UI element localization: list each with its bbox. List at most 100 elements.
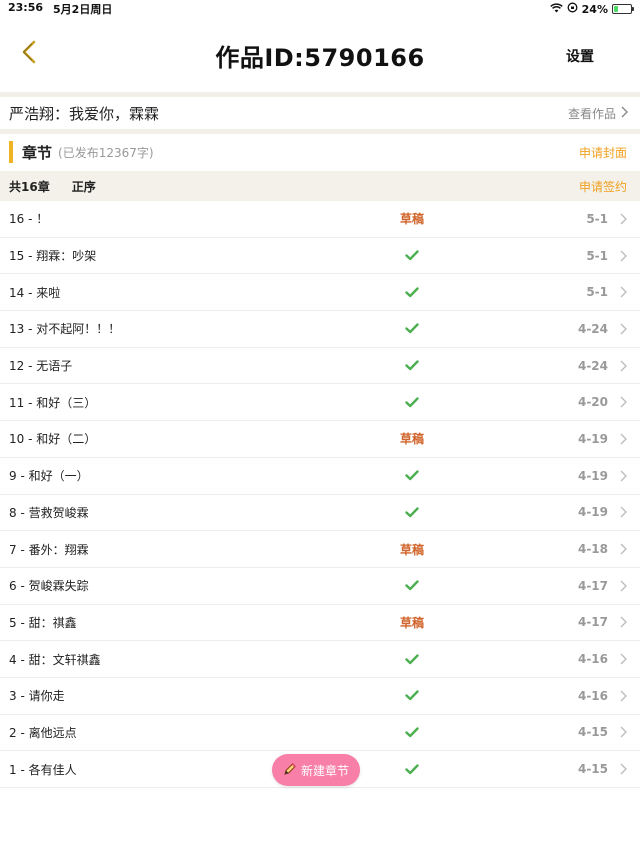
chapter-title: 16 - ！	[9, 212, 49, 227]
status-time: 23:56	[8, 1, 44, 14]
chapter-title: 13 - 对不起阿！！！	[9, 322, 121, 337]
chapter-row[interactable]: 9 - 和好（一） 4-19	[0, 458, 640, 495]
chapter-title: 2 - 离他远点	[9, 725, 77, 740]
checkmark-icon	[405, 505, 419, 519]
chapter-title: 8 - 营救贺峻霖	[9, 505, 89, 520]
chevron-right-icon	[618, 579, 628, 593]
section-header: 章节 (已发布12367字) 申请封面	[0, 134, 640, 170]
chevron-right-icon	[618, 212, 628, 226]
chapter-row[interactable]: 15 - 翔霖：吵架 5-1	[0, 238, 640, 275]
status-bar: 23:56 5月2日周日 24%	[0, 0, 640, 18]
checkmark-icon	[405, 689, 419, 703]
chapter-title: 3 - 请你走	[9, 689, 65, 704]
chapter-date: 5-1	[586, 248, 608, 263]
chevron-right-icon	[618, 359, 628, 373]
battery-percent: 24%	[581, 2, 608, 16]
chapter-list: 16 - ！ 草稿 5-1 15 - 翔霖：吵架 5-1 14 - 来啦 5-1 13 - 对…	[0, 201, 640, 788]
chapter-title: 6 - 贺峻霖失踪	[9, 579, 89, 594]
checkmark-icon	[405, 322, 419, 336]
chevron-right-icon	[618, 322, 628, 336]
view-work-link[interactable]: 查看作品	[568, 105, 628, 122]
chevron-right-icon	[618, 249, 628, 263]
published-word-count: (已发布12367字)	[58, 145, 154, 160]
chapter-date: 4-16	[577, 688, 608, 703]
chapter-row[interactable]: 5 - 甜：祺鑫 草稿 4-17	[0, 605, 640, 642]
chapter-row[interactable]: 8 - 营救贺峻霖 4-19	[0, 495, 640, 532]
chevron-right-icon	[618, 725, 628, 739]
chapter-date: 4-16	[577, 652, 608, 667]
chapter-row[interactable]: 13 - 对不起阿！！！ 4-24	[0, 311, 640, 348]
battery-level	[614, 6, 618, 12]
section-accent-bar	[9, 141, 13, 163]
chevron-left-icon	[21, 40, 37, 68]
chevron-right-icon	[621, 106, 628, 121]
draft-badge: 草稿	[399, 212, 425, 227]
summary-bar: 共16章 正序 申请签约	[0, 171, 640, 201]
battery-icon	[612, 4, 634, 14]
chapter-date: 4-15	[577, 725, 608, 740]
chapter-date: 4-15	[577, 762, 608, 777]
chapter-date: 4-19	[577, 505, 608, 520]
settings-button[interactable]: 设置	[566, 46, 594, 66]
wifi-icon	[549, 2, 563, 16]
draft-badge: 草稿	[399, 542, 425, 557]
rotation-lock-icon	[567, 2, 578, 16]
chapter-title: 4 - 甜：文轩祺鑫	[9, 652, 101, 667]
checkmark-icon	[405, 762, 419, 776]
status-date: 5月2日周日	[53, 3, 113, 16]
chapter-date: 4-17	[577, 615, 608, 630]
chevron-right-icon	[618, 689, 628, 703]
work-row[interactable]: 严浩翔：我爱你，霖霖 查看作品	[0, 97, 640, 129]
chevron-right-icon	[618, 469, 628, 483]
chapter-date: 4-24	[577, 321, 608, 336]
checkmark-icon	[405, 725, 419, 739]
draft-badge: 草稿	[399, 432, 425, 447]
chapter-date: 4-17	[577, 578, 608, 593]
chapter-row[interactable]: 11 - 和好（三） 4-20	[0, 384, 640, 422]
chapter-date: 4-20	[577, 395, 608, 410]
apply-cover-button[interactable]: 申请封面	[579, 144, 627, 161]
checkmark-icon	[405, 652, 419, 666]
checkmark-icon	[405, 395, 419, 409]
chapter-row[interactable]: 16 - ！ 草稿 5-1	[0, 201, 640, 238]
chapter-row[interactable]: 6 - 贺峻霖失踪 4-17	[0, 568, 640, 605]
page-title: 作品ID:5790166	[215, 43, 425, 72]
chapter-date: 4-24	[577, 358, 608, 373]
chevron-right-icon	[618, 395, 628, 409]
new-chapter-button[interactable]: 新建章节	[272, 754, 360, 786]
chapter-title: 5 - 甜：祺鑫	[9, 615, 77, 630]
checkmark-icon	[405, 285, 419, 299]
section-title: 章节	[22, 143, 53, 162]
chapter-date: 4-18	[577, 542, 608, 557]
chapter-row[interactable]: 2 - 离他远点 4-15	[0, 715, 640, 752]
chapter-row[interactable]: 10 - 和好（二） 草稿 4-19	[0, 421, 640, 458]
chevron-right-icon	[618, 505, 628, 519]
chapter-title: 14 - 来啦	[9, 285, 61, 300]
chapter-date: 5-1	[586, 211, 608, 226]
chapter-row[interactable]: 4 - 甜：文轩祺鑫 4-16	[0, 641, 640, 678]
chapter-title: 7 - 番外：翔霖	[9, 542, 89, 557]
chevron-right-icon	[618, 432, 628, 446]
chapter-row[interactable]: 14 - 来啦 5-1	[0, 274, 640, 312]
chevron-right-icon	[618, 762, 628, 776]
sort-order-toggle[interactable]: 正序	[72, 178, 96, 195]
nav-bar: 作品ID:5790166 设置	[0, 18, 640, 92]
chapter-row[interactable]: 7 - 番外：翔霖 草稿 4-18	[0, 531, 640, 568]
work-title: 严浩翔：我爱你，霖霖	[9, 104, 160, 123]
apply-sign-button[interactable]: 申请签约	[579, 178, 627, 195]
draft-badge: 草稿	[399, 615, 425, 630]
back-button[interactable]	[14, 38, 44, 70]
chapter-date: 4-19	[577, 468, 608, 483]
chapter-title: 15 - 翔霖：吵架	[9, 249, 97, 264]
chapter-date: 4-19	[577, 431, 608, 446]
checkmark-icon	[405, 359, 419, 373]
chevron-right-icon	[618, 652, 628, 666]
view-work-label: 查看作品	[567, 106, 616, 121]
chapter-row[interactable]: 12 - 无语子 4-24	[0, 348, 640, 385]
chapter-row[interactable]: 3 - 请你走 4-16	[0, 678, 640, 715]
chapter-title: 9 - 和好（一）	[9, 469, 89, 484]
checkmark-icon	[405, 249, 419, 263]
new-chapter-label: 新建章节	[300, 763, 349, 778]
checkmark-icon	[405, 579, 419, 593]
chapter-title: 1 - 各有佳人	[9, 762, 77, 777]
